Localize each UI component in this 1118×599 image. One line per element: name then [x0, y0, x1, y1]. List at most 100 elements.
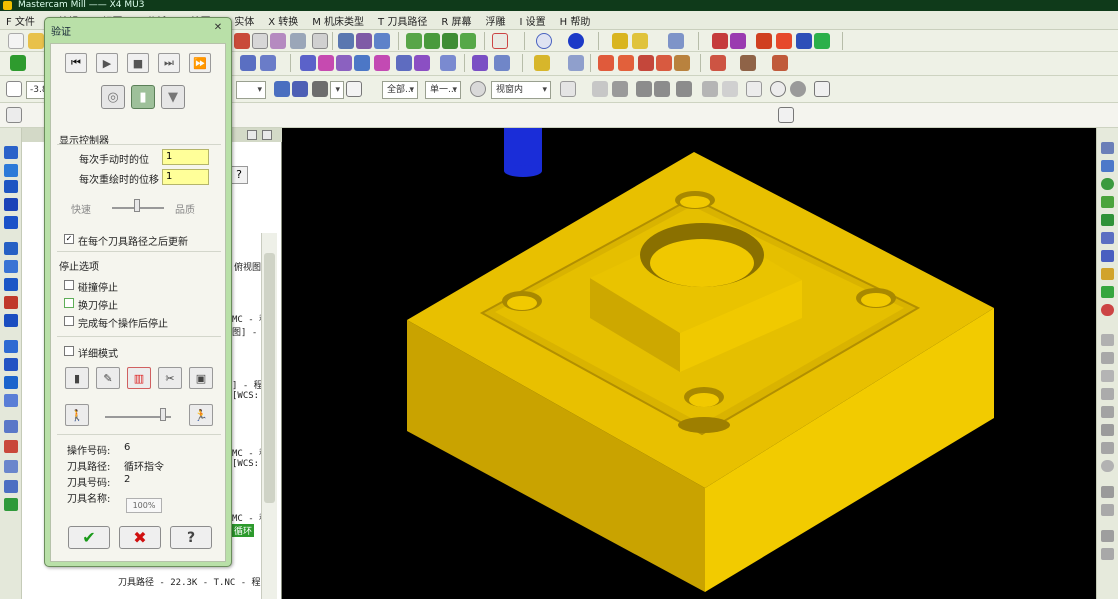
cursor-icon[interactable]: [560, 81, 576, 97]
toolpath-list-icon[interactable]: [730, 33, 746, 49]
measure-icon[interactable]: [668, 33, 684, 49]
slow-walk-button[interactable]: 🚶: [65, 404, 89, 426]
ops-line-view[interactable]: 俯视图: [234, 260, 261, 273]
ops-line-4[interactable]: [WCS:: [232, 391, 259, 401]
rt-doc-icon[interactable]: [1101, 160, 1114, 172]
rt-box-icon[interactable]: [1101, 548, 1114, 560]
menu-toolpaths[interactable]: T 刀具路径: [378, 13, 427, 28]
rt-select-icon[interactable]: [1101, 142, 1114, 154]
menu-screen[interactable]: R 屏幕: [441, 13, 471, 28]
toolpath-m-icon[interactable]: [756, 33, 772, 49]
ops-line-selected[interactable]: 循环: [232, 524, 255, 537]
run-speed-thumb[interactable]: [160, 408, 166, 421]
attribute-icon[interactable]: [6, 107, 22, 123]
filter-mode-button[interactable]: ▼: [161, 85, 185, 109]
cutter-mode-button[interactable]: ◎: [101, 85, 125, 109]
drill-down-icon[interactable]: [4, 198, 18, 211]
rt-curve-icon[interactable]: [1101, 370, 1114, 382]
edit-path-button[interactable]: ✂: [158, 367, 182, 389]
select-all-combo[interactable]: 全部...: [382, 81, 418, 99]
cancel-button[interactable]: ✖: [119, 526, 161, 549]
redraw-input[interactable]: 1: [162, 169, 209, 185]
hex-icon[interactable]: [612, 81, 628, 97]
close-panel-icon[interactable]: [262, 130, 272, 140]
cube-iso-icon[interactable]: [460, 33, 476, 49]
rt-grid-icon[interactable]: [1101, 504, 1114, 516]
ops-bottom-line[interactable]: 刀具路径 - 22.3K - T.NC - 程: [118, 575, 261, 588]
stop-each-op-checkbox[interactable]: [64, 316, 74, 326]
rewind-button[interactable]: ⏮: [65, 53, 87, 73]
step-input[interactable]: 1: [162, 149, 209, 165]
open-file-icon[interactable]: [28, 33, 44, 49]
vector-icon[interactable]: [702, 81, 718, 97]
ops-line-2[interactable]: 图] -: [232, 325, 257, 338]
zoom-out-icon[interactable]: [290, 33, 306, 49]
menu-file[interactable]: F 文件: [6, 13, 35, 28]
help-button[interactable]: ?: [170, 526, 212, 549]
x-coord-icon[interactable]: [6, 81, 22, 97]
rotate-icon[interactable]: [318, 55, 334, 71]
eraser-icon[interactable]: [374, 33, 390, 49]
zoom-target-icon[interactable]: [270, 33, 286, 49]
a-icon[interactable]: [494, 55, 510, 71]
rt-hook-icon[interactable]: [1101, 406, 1114, 418]
question-icon[interactable]: [814, 81, 830, 97]
play-button[interactable]: ▶: [96, 53, 118, 73]
machine-icon[interactable]: [740, 55, 756, 71]
ribbon-help-icon[interactable]: [778, 107, 794, 123]
help-small-icon[interactable]: [346, 81, 362, 97]
rt-target-icon[interactable]: [1101, 304, 1114, 316]
zoom-window-icon[interactable]: [252, 33, 268, 49]
stop-toolchange-checkbox[interactable]: [64, 298, 74, 308]
rt-pen-icon[interactable]: [1101, 268, 1114, 280]
layer-icon[interactable]: [656, 55, 672, 71]
no-icon[interactable]: [770, 81, 786, 97]
cube-front-icon[interactable]: [406, 33, 422, 49]
menu-help[interactable]: H 帮助: [560, 13, 591, 28]
update-checkbox[interactable]: [64, 234, 74, 244]
rt-plus2-icon[interactable]: [1101, 442, 1114, 454]
plane-icon[interactable]: [4, 420, 18, 433]
rt-layout-icon[interactable]: [1101, 232, 1114, 244]
offset-icon[interactable]: [374, 55, 390, 71]
lathe-icon[interactable]: [4, 146, 18, 159]
chamfer-icon[interactable]: [240, 55, 256, 71]
pin-icon[interactable]: [247, 130, 257, 140]
brush-icon[interactable]: [356, 33, 372, 49]
graphics-viewport[interactable]: [282, 128, 1096, 599]
pocket-icon[interactable]: [4, 164, 18, 177]
toolpath-check-icon[interactable]: [712, 33, 728, 49]
fast-run-button[interactable]: 🏃: [189, 404, 213, 426]
rt-cube-icon[interactable]: [1101, 196, 1114, 208]
ok-button[interactable]: ✔: [68, 526, 110, 549]
rt-bar-icon[interactable]: [1101, 486, 1114, 498]
rt-arc-icon[interactable]: [1101, 388, 1114, 400]
menu-xform[interactable]: X 转换: [268, 13, 298, 28]
origin-icon[interactable]: [4, 440, 18, 453]
table-icon[interactable]: [598, 55, 614, 71]
scale-icon[interactable]: [354, 55, 370, 71]
rt-cube2-icon[interactable]: [1101, 214, 1114, 226]
solid-cone-icon[interactable]: [4, 278, 18, 291]
sphere-icon[interactable]: [568, 33, 584, 49]
translate-icon[interactable]: [300, 55, 316, 71]
rt-layout2-icon[interactable]: [1101, 250, 1114, 262]
line-icon[interactable]: [568, 55, 584, 71]
level-combo[interactable]: [236, 81, 266, 99]
mirror-icon[interactable]: [336, 55, 352, 71]
rounded-icon[interactable]: [4, 340, 18, 353]
dialog-close-icon[interactable]: ✕: [211, 22, 225, 34]
unzoom-icon[interactable]: [312, 33, 328, 49]
point-icon[interactable]: [534, 55, 550, 71]
axis-icon[interactable]: [4, 480, 18, 493]
sweep-icon[interactable]: [4, 376, 18, 389]
arrow-icon[interactable]: [274, 81, 290, 97]
refresh-icon[interactable]: [4, 498, 18, 511]
menu-art[interactable]: 浮雕: [485, 13, 505, 28]
d-shape-icon[interactable]: [638, 55, 654, 71]
select-arrow-icon[interactable]: [592, 81, 608, 97]
circle-icon[interactable]: [790, 81, 806, 97]
menu-settings[interactable]: I 设置: [519, 13, 545, 28]
rt-globe-icon[interactable]: [1101, 178, 1114, 190]
stock-button[interactable]: ▮: [65, 367, 89, 389]
